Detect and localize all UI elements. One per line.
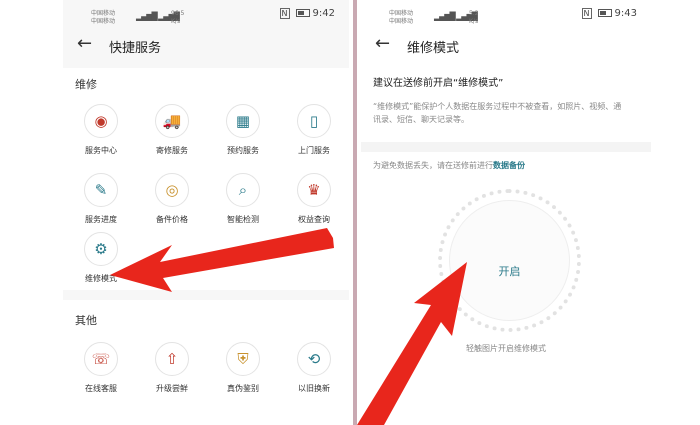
- clock: 9:43: [614, 8, 637, 19]
- service-item-label: 以旧换新: [298, 384, 330, 393]
- service-item[interactable]: ▦ 预约服务: [213, 104, 273, 156]
- net-speed-value: 96.5: [171, 10, 185, 17]
- service-item[interactable]: ⛨ 真伪鉴别: [213, 342, 273, 394]
- backup-note-text: 为避免数据丢失，请在送修前进行: [373, 161, 493, 170]
- service-item-label: 服务中心: [85, 146, 117, 155]
- title-bar: ← 维修模式: [361, 30, 651, 64]
- crown-icon: ♛: [297, 173, 331, 207]
- page-title: 维修模式: [407, 41, 460, 56]
- upgrade-icon: ⇧: [155, 342, 189, 376]
- service-item[interactable]: 🚚 寄修服务: [142, 104, 202, 156]
- carrier-2: 中国移动: [389, 18, 414, 25]
- service-item-label: 寄修服务: [156, 146, 188, 155]
- service-item-label: 在线客服: [85, 384, 117, 393]
- screen-divider: [353, 0, 357, 425]
- title-bar: ← 快捷服务: [63, 30, 349, 64]
- magnifier-icon: ⌕: [226, 173, 260, 207]
- location-pin-icon: ◉: [84, 104, 118, 138]
- shield-icon: ⛨: [226, 342, 260, 376]
- repair-section: 维修 ◉ 服务中心 🚚 寄修服务 ▦ 预约服务 ▯ 上门服务 ✎ 服务进度 ◎ 备件价格 ⌕ 智能检测 ♛ 权…: [63, 68, 349, 290]
- service-item[interactable]: ⚙ 维修模式: [71, 232, 131, 284]
- calendar-icon: ▦: [226, 104, 260, 138]
- data-backup-link[interactable]: 数据备份: [493, 161, 525, 170]
- service-item-label: 备件价格: [156, 215, 188, 224]
- quick-services-screen: 中国移动 中国移动 ▂▄▆█ ▂▄▆█ 96.5 K/s N 9:42 ← 快捷服…: [63, 0, 349, 425]
- carrier-1: 中国移动: [91, 10, 116, 17]
- service-item[interactable]: ◎ 备件价格: [142, 173, 202, 225]
- net-speed-unit: K/s: [469, 18, 479, 25]
- tap-hint: 轻触图片开启维修模式: [466, 344, 546, 353]
- net-speed-value: 5.2: [469, 10, 479, 17]
- service-item-label: 服务进度: [85, 215, 117, 224]
- wrench-icon: ✎: [84, 173, 118, 207]
- service-item-label: 智能检测: [227, 215, 259, 224]
- carrier-2: 中国移动: [91, 18, 116, 25]
- service-item-label: 真伪鉴别: [227, 384, 259, 393]
- enable-label: 开启: [498, 265, 521, 278]
- back-arrow-icon[interactable]: ←: [375, 33, 390, 54]
- net-speed: 96.5 K/s: [171, 10, 184, 26]
- door-icon: ▯: [297, 104, 331, 138]
- page-title: 快捷服务: [109, 41, 162, 56]
- service-item-label: 权益查询: [298, 215, 330, 224]
- dial-center: 开启: [449, 200, 570, 321]
- repair-mode-icon: ⚙: [84, 232, 118, 266]
- carrier-1: 中国移动: [389, 10, 414, 17]
- section-title-repair: 维修: [75, 78, 97, 91]
- service-item-label: 预约服务: [227, 146, 259, 155]
- status-bar: 中国移动 中国移动 ▂▄▆█ ▂▄▆█ 5.2 K/s N 9:43: [361, 6, 651, 30]
- service-item[interactable]: ⇧ 升级尝鲜: [142, 342, 202, 394]
- net-speed-unit: K/s: [171, 18, 181, 25]
- back-arrow-icon[interactable]: ←: [77, 33, 92, 54]
- battery-icon: [597, 9, 612, 17]
- service-item-label: 上门服务: [298, 146, 330, 155]
- nfc-icon: N: [581, 8, 592, 19]
- truck-icon: 🚚: [155, 104, 189, 138]
- service-item[interactable]: ☏ 在线客服: [71, 342, 131, 394]
- nfc-icon: N: [279, 8, 290, 19]
- service-item[interactable]: ⟲ 以旧换新: [284, 342, 344, 394]
- service-item-label: 维修模式: [85, 274, 117, 283]
- service-item[interactable]: ✎ 服务进度: [71, 173, 131, 225]
- chat-icon: ☏: [84, 342, 118, 376]
- other-section: 其他 ☏ 在线客服 ⇧ 升级尝鲜 ⛨ 真伪鉴别 ⟲ 以旧换新: [63, 300, 349, 425]
- repair-mode-description: “维修模式”能保护个人数据在服务过程中不被查看，如照片、视频、通讯录、短信、聊天…: [373, 102, 622, 124]
- net-speed: 5.2 K/s: [469, 10, 479, 26]
- carrier-info: 中国移动 中国移动: [91, 10, 115, 26]
- service-item[interactable]: ▯ 上门服务: [284, 104, 344, 156]
- service-item[interactable]: ⌕ 智能检测: [213, 173, 273, 225]
- enable-repair-mode-dial[interactable]: 开启: [438, 189, 581, 332]
- clock: 9:42: [312, 8, 335, 19]
- battery-icon: [295, 9, 310, 17]
- coins-icon: ◎: [155, 173, 189, 207]
- carrier-info: 中国移动 中国移动: [389, 10, 413, 26]
- service-item-label: 升级尝鲜: [156, 384, 188, 393]
- section-separator: [361, 142, 651, 152]
- service-item[interactable]: ◉ 服务中心: [71, 104, 131, 156]
- status-bar: 中国移动 中国移动 ▂▄▆█ ▂▄▆█ 96.5 K/s N 9:42: [63, 6, 349, 30]
- service-item[interactable]: ♛ 权益查询: [284, 173, 344, 225]
- section-title-other: 其他: [75, 314, 97, 327]
- backup-note: 为避免数据丢失，请在送修前进行数据备份: [373, 160, 525, 171]
- recycle-icon: ⟲: [297, 342, 331, 376]
- repair-mode-heading: 建议在送修前开启“维修模式”: [373, 78, 504, 89]
- repair-mode-screen: 中国移动 中国移动 ▂▄▆█ ▂▄▆█ 5.2 K/s N 9:43 ← 维修模式…: [361, 0, 651, 425]
